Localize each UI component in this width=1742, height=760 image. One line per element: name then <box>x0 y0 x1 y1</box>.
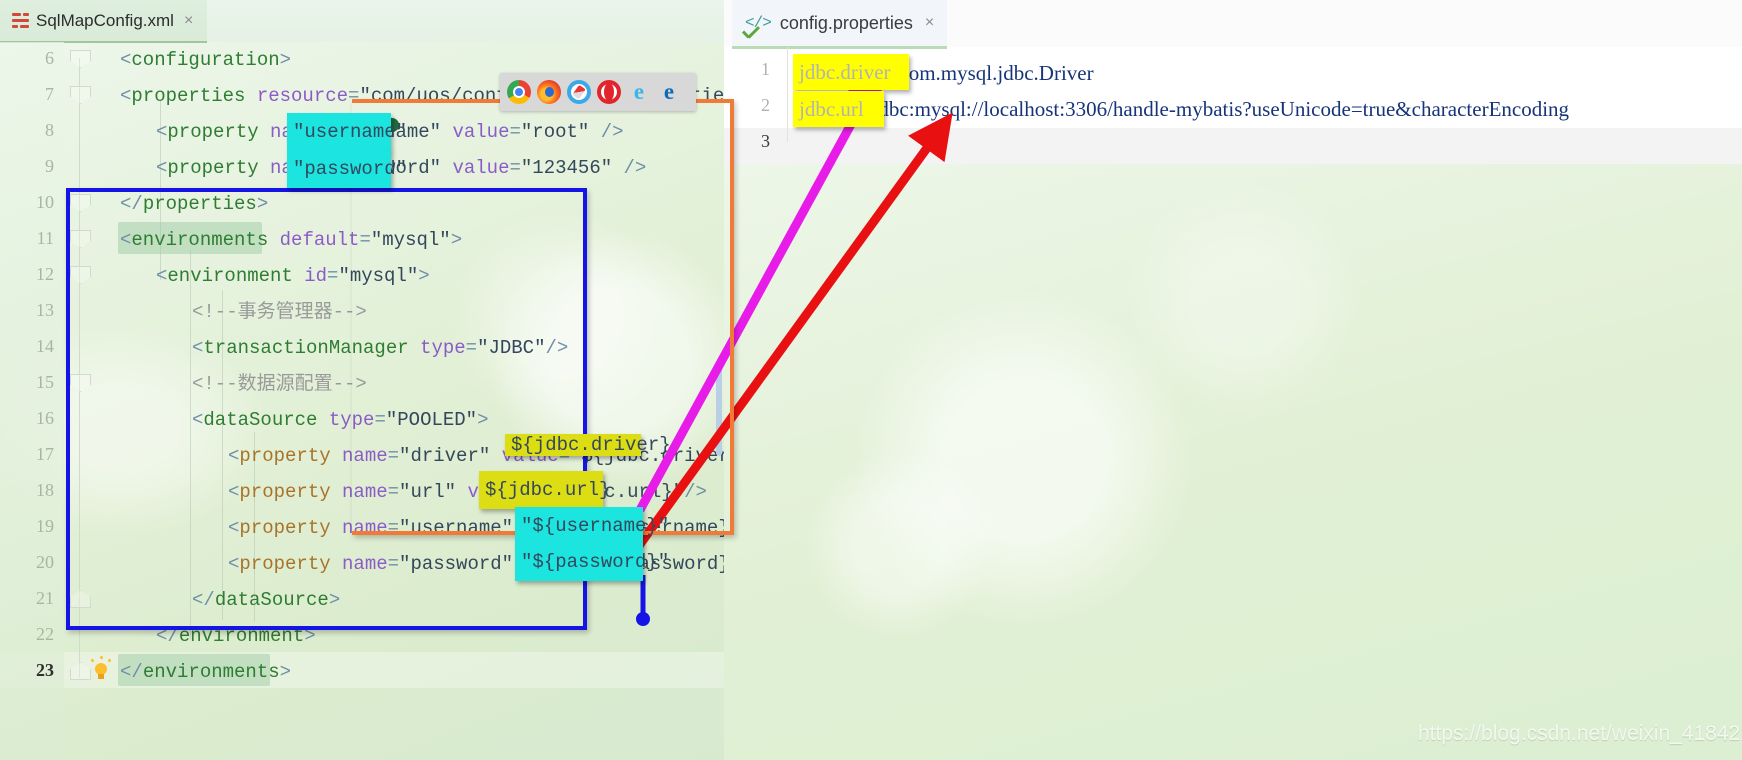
highlight-username-ref: "${username}" <box>515 507 669 545</box>
tab-label: SqlMapConfig.xml <box>36 10 174 30</box>
highlight-password-ref: "${password}" <box>515 543 669 581</box>
line-number: 18 <box>36 480 54 500</box>
code-line-6: <configuration> <box>120 49 292 71</box>
safari-icon[interactable] <box>567 80 591 104</box>
watermark: https://blog.csdn.net/weixin_41842236 <box>1418 722 1742 745</box>
xml-file-icon <box>12 13 29 28</box>
left-gutter: 6 7 8 9 10 11 12 13 14 15 16 17 18 19 20… <box>0 42 64 760</box>
line-number: 7 <box>45 84 54 104</box>
firefox-icon[interactable] <box>537 80 561 104</box>
property-value: com.mysql.jdbc.Driver <box>899 61 1094 85</box>
line-number: 16 <box>36 408 54 428</box>
close-icon[interactable]: × <box>925 14 934 32</box>
line-number: 20 <box>36 552 54 572</box>
left-tab-bar: SqlMapConfig.xml × <box>0 0 724 43</box>
fold-marker[interactable] <box>70 662 91 680</box>
line-number: 1 <box>761 59 770 79</box>
screenshot-root: SqlMapConfig.xml × 6 7 8 9 10 11 12 13 1… <box>0 0 1742 760</box>
code-line-23: </environments> <box>120 661 292 683</box>
line-number: 13 <box>36 300 54 320</box>
browser-launcher-popup[interactable]: e e <box>500 73 696 111</box>
gutter-separator <box>787 47 788 142</box>
line-number-current: 23 <box>36 660 54 680</box>
green-check-icon <box>742 26 761 40</box>
blue-anchor-dot <box>636 612 650 626</box>
line-number: 12 <box>36 264 54 284</box>
line-number: 22 <box>36 624 54 644</box>
line-number: 8 <box>45 120 54 140</box>
edge-icon[interactable]: e <box>657 80 681 104</box>
internet-explorer-icon[interactable]: e <box>627 80 651 104</box>
tab-label: config.properties <box>779 12 913 33</box>
orange-rectangle-annotation <box>352 99 734 535</box>
line-number: 10 <box>36 192 54 212</box>
fold-marker[interactable] <box>70 86 91 104</box>
line-number: 21 <box>36 588 54 608</box>
properties-line-2: jdbc.url=jdbc:mysql://localhost:3306/han… <box>796 91 1569 127</box>
line-number: 6 <box>45 48 54 68</box>
highlight-password-token: "password" <box>287 150 407 188</box>
right-tab-bar: </> config.properties × <box>724 0 1742 49</box>
tab-config-properties[interactable]: </> config.properties × <box>732 0 948 49</box>
line-number: 14 <box>36 336 54 356</box>
line-number: 17 <box>36 444 54 464</box>
highlight-username-token: "username" <box>287 113 407 151</box>
chrome-icon[interactable] <box>507 80 531 104</box>
tab-sqlmapconfig-xml[interactable]: SqlMapConfig.xml × <box>0 0 208 43</box>
right-code-content[interactable]: jdbc.driver=com.mysql.jdbc.Driver jdbc.u… <box>796 47 1742 760</box>
line-number: 19 <box>36 516 54 536</box>
highlight-jdbc-driver-ref: ${jdbc.driver} <box>505 434 671 456</box>
line-number: 15 <box>36 372 54 392</box>
highlight-jdbc-url-key: jdbc.url <box>793 91 884 127</box>
highlight-jdbc-url-ref: ${jdbc.url} <box>479 471 610 509</box>
highlight-jdbc-driver-key: jdbc.driver <box>793 54 909 90</box>
fold-marker[interactable] <box>70 50 91 68</box>
line-number: 11 <box>36 228 54 248</box>
close-icon[interactable]: × <box>184 12 193 30</box>
opera-icon[interactable] <box>597 80 621 104</box>
line-number: 9 <box>45 156 54 176</box>
property-value: jdbc:mysql://localhost:3306/handle-mybat… <box>872 97 1570 121</box>
